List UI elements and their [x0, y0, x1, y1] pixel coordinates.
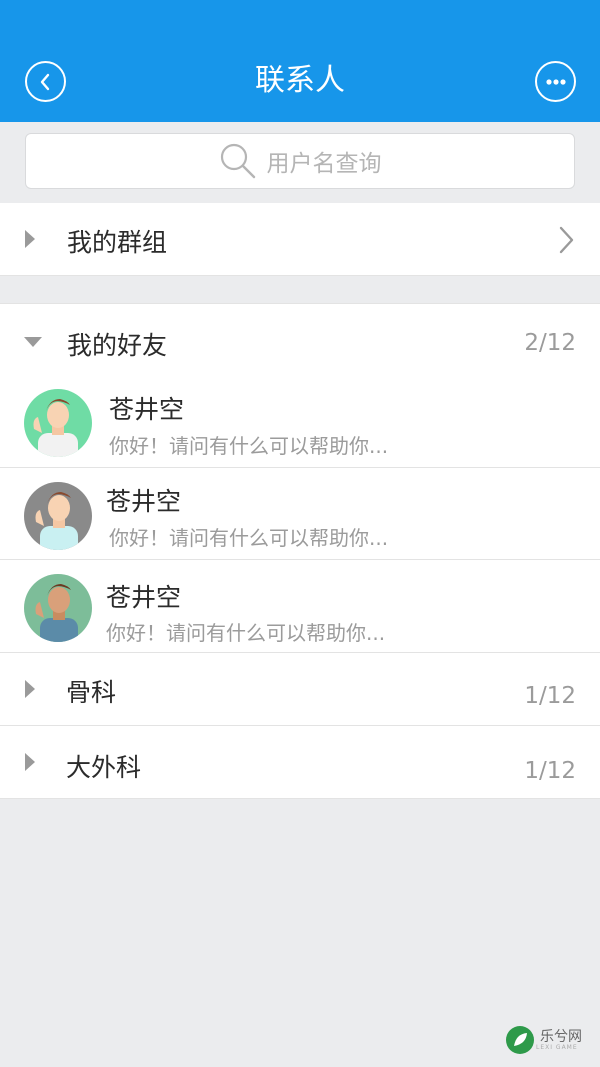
expand-arrow-icon [25, 753, 35, 771]
collapse-arrow-icon [24, 337, 42, 347]
group-count: 1/12 [524, 758, 576, 784]
avatar [24, 482, 92, 550]
group-label: 大外科 [66, 753, 142, 782]
more-dots-icon [545, 78, 566, 85]
contact-row[interactable]: 苍井空 你好！请问有什么可以帮助你... [0, 560, 600, 653]
my-friends-row[interactable]: 我的好友 2/12 [0, 303, 600, 377]
avatar [24, 389, 92, 457]
expand-arrow-icon [25, 680, 35, 698]
group-row-orthopedics[interactable]: 骨科 1/12 [0, 653, 600, 726]
avatar [24, 574, 92, 642]
page-title: 联系人 [255, 63, 345, 98]
my-groups-row[interactable]: 我的群组 [0, 203, 600, 276]
app-header: 联系人 [0, 0, 600, 122]
contact-name: 苍井空 [109, 395, 185, 424]
contact-message: 你好！请问有什么可以帮助你... [106, 621, 386, 645]
chevron-right-icon [559, 226, 574, 254]
contact-name: 苍井空 [106, 487, 182, 516]
contact-message: 你好！请问有什么可以帮助你... [109, 526, 389, 550]
contact-name: 苍井空 [106, 583, 182, 612]
watermark-text: 乐兮网 [540, 1028, 582, 1045]
search-input[interactable]: 用户名查询 [25, 133, 575, 189]
search-icon [220, 143, 255, 179]
contact-message: 你好！请问有什么可以帮助你... [109, 434, 389, 458]
my-friends-label: 我的好友 [67, 331, 168, 360]
leaf-logo-icon [506, 1026, 534, 1054]
contact-row[interactable]: 苍井空 你好！请问有什么可以帮助你... [0, 468, 600, 560]
watermark-logo: 乐兮网 LEXI GAME [504, 1024, 582, 1056]
group-row-general-surgery[interactable]: 大外科 1/12 [0, 726, 600, 799]
contact-row[interactable]: 苍井空 你好！请问有什么可以帮助你... [0, 376, 600, 468]
expand-arrow-icon [25, 230, 35, 248]
watermark-subtext: LEXI GAME [536, 1043, 578, 1051]
group-count: 1/12 [524, 683, 576, 709]
my-groups-label: 我的群组 [67, 228, 168, 257]
more-button[interactable] [535, 61, 576, 102]
friends-count: 2/12 [524, 330, 576, 356]
search-placeholder: 用户名查询 [266, 151, 382, 177]
group-label: 骨科 [66, 678, 117, 707]
